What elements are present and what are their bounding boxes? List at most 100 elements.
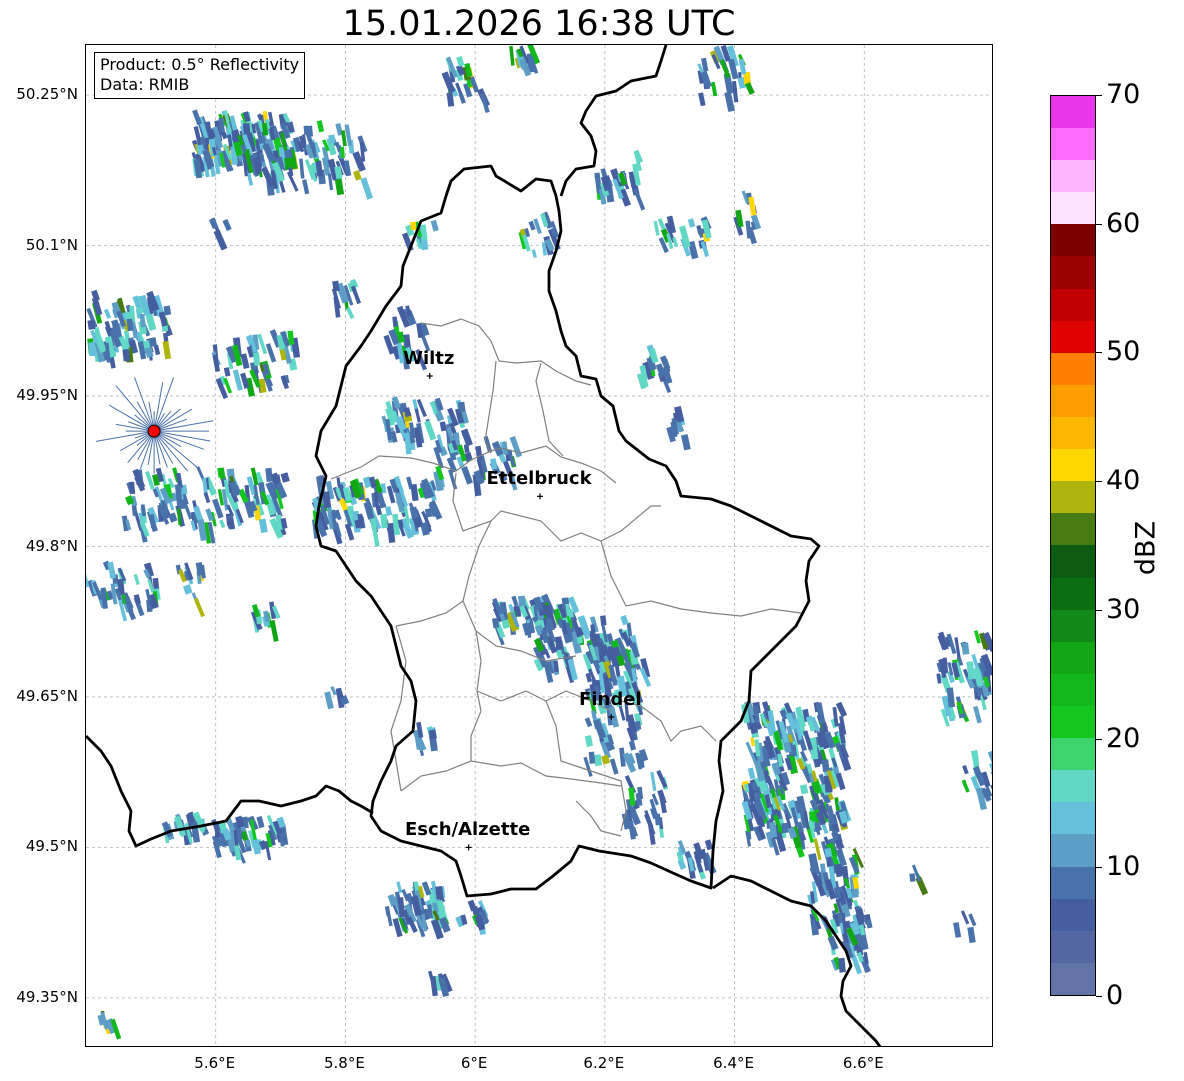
radar-map: [85, 44, 993, 1047]
colorbar-segment: [1051, 962, 1095, 995]
echo-pixel: [240, 353, 250, 369]
echo-pixel: [384, 906, 391, 917]
echo-pixel: [103, 308, 112, 319]
echo-pixel: [133, 594, 141, 605]
echo-pixel: [334, 178, 345, 196]
echo-pixel: [747, 767, 756, 780]
echo-pixel: [254, 157, 262, 172]
echo-pixel: [226, 517, 235, 530]
colorbar-segment: [1051, 545, 1095, 578]
echo-pixel: [330, 686, 337, 696]
canton-border-south: [470, 690, 482, 761]
echo-pixel: [961, 642, 970, 655]
echo-pixel: [203, 492, 211, 504]
lat-tick-label: 49.65°N: [16, 686, 78, 705]
colorbar-segment: [1051, 224, 1095, 257]
colorbar-segment: [1051, 256, 1095, 289]
echo-pixel: [299, 158, 305, 179]
lon-tick-label: 5.6°E: [194, 1054, 236, 1072]
colorbar-tick: [1096, 223, 1102, 225]
colorbar-segment: [1051, 95, 1095, 129]
echo-pixel: [650, 771, 657, 792]
echo-pixel: [962, 765, 969, 775]
colorbar-segment: [1051, 417, 1095, 450]
echo-pixel: [457, 401, 466, 413]
colorbar-segment: [1051, 898, 1095, 931]
echo-pixel: [953, 922, 962, 938]
echo-pixel: [396, 881, 403, 894]
echo-pixel: [633, 188, 646, 211]
echo-pixel: [987, 749, 992, 764]
echo-pixel: [967, 926, 976, 944]
echo-pixel: [222, 218, 232, 232]
city-label: Esch/Alzette: [405, 819, 531, 841]
echo-pixel: [593, 754, 603, 767]
echo-pixel: [162, 340, 172, 360]
canton-borders: [330, 318, 802, 837]
colorbar-tick-label: 60: [1106, 207, 1141, 239]
colorbar-segment: [1051, 577, 1095, 610]
echo-pixel: [380, 513, 388, 529]
echo-pixel: [392, 316, 398, 328]
colorbar-segment: [1051, 802, 1095, 835]
colorbar-segment: [1051, 449, 1095, 482]
echo-pixel: [424, 420, 437, 441]
echo-pixel: [324, 691, 334, 710]
colorbar-tick-label: 10: [1106, 851, 1141, 883]
data-source-line: Data: RMIB: [100, 75, 190, 94]
colorbar-segment: [1051, 609, 1095, 642]
echo-pixel: [87, 319, 96, 330]
echo-pixel: [835, 839, 844, 849]
echo-pixel: [509, 45, 515, 66]
canton-border-esch-east: [575, 800, 622, 837]
canton-border-grevenmacher: [600, 540, 802, 617]
colorbar-segment: [1051, 641, 1095, 674]
echo-pixel: [439, 421, 447, 432]
echo-pixel: [680, 434, 691, 451]
lon-tick-label: 5.8°E: [324, 1054, 365, 1072]
echo-pixel: [531, 249, 537, 258]
product-line: Product: 0.5° Reflectivity: [100, 55, 300, 74]
colorbar-tick: [1096, 996, 1102, 997]
product-info-box: Product: 0.5° Reflectivity Data: RMIB: [94, 52, 306, 99]
echo-pixel: [968, 913, 977, 927]
colorbar-tick: [1096, 738, 1102, 740]
colorbar-segment: [1051, 160, 1095, 193]
echo-pixel: [122, 349, 131, 362]
echo-pixel: [656, 769, 668, 789]
radar-site-marker: [147, 424, 161, 438]
echo-pixel: [258, 518, 268, 534]
canton-border-vianden: [535, 362, 564, 457]
colorbar-segment: [1051, 481, 1095, 514]
echo-pixel: [153, 344, 161, 356]
colorbar-tick-label: 50: [1106, 336, 1141, 368]
country-borders: [86, 45, 882, 1046]
echo-pixel: [971, 750, 979, 761]
colorbar-segment: [1051, 128, 1095, 161]
lat-tick-label: 50.25°N: [16, 85, 78, 104]
lon-tick-label: 6.2°E: [583, 1054, 625, 1072]
colorbar-tick: [1096, 95, 1102, 96]
colorbar-tick-label: 40: [1106, 465, 1141, 497]
echo-pixel: [410, 221, 417, 231]
echo-pixel: [410, 483, 419, 502]
echo-pixel: [475, 445, 483, 461]
echo-pixel: [744, 82, 755, 95]
echo-pixel: [460, 428, 473, 447]
echo-pixel: [446, 92, 455, 107]
colorbar-segment: [1051, 513, 1095, 546]
echo-pixel: [183, 503, 193, 520]
echo-pixel: [865, 918, 873, 929]
echo-pixel: [799, 784, 809, 795]
echo-pixel: [360, 177, 373, 200]
echo-pixel: [302, 179, 310, 195]
city-marker: [537, 493, 543, 500]
colorbar-tick-label: 70: [1106, 79, 1141, 110]
lat-tick-label: 49.5°N: [25, 837, 78, 856]
echo-pixel: [936, 673, 942, 684]
echo-pixel: [620, 614, 629, 626]
echo-pixel: [353, 170, 362, 181]
echo-pixel: [954, 637, 961, 659]
france-border: [86, 735, 374, 848]
echo-pixel: [414, 408, 421, 423]
